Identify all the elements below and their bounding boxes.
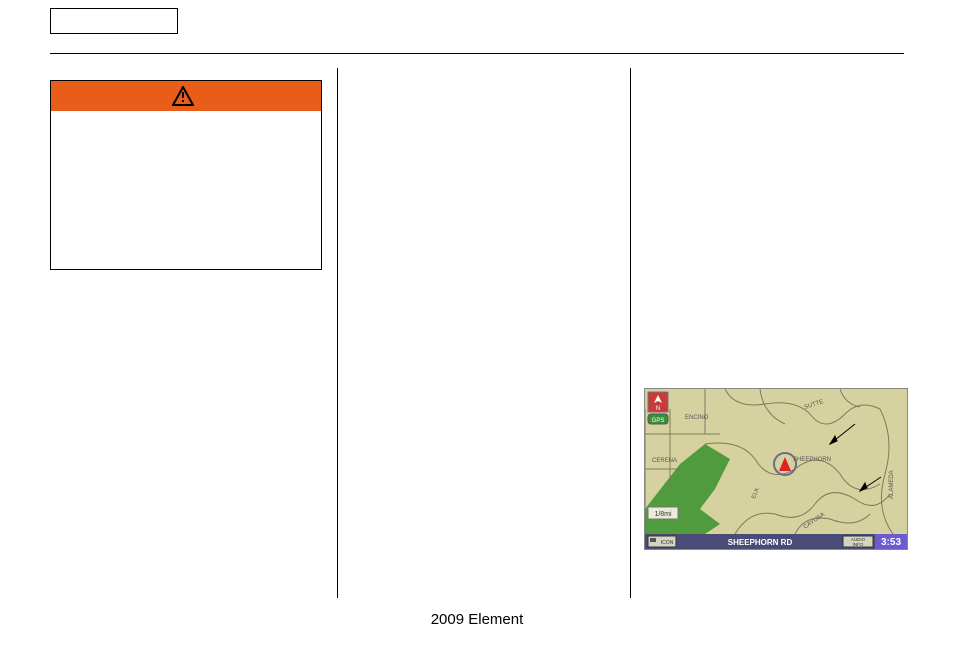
header-tab	[50, 8, 178, 34]
gps-label: GPS	[652, 418, 665, 424]
road-label-alameda: ALAMEDA	[889, 470, 895, 499]
warning-box	[50, 80, 322, 270]
icon-button-label[interactable]: ICON	[661, 540, 674, 546]
road-label-sheephorn: SHEEPHORN	[793, 457, 831, 463]
footer-model: 2009 Element	[0, 611, 954, 628]
warning-header	[51, 81, 321, 111]
street-name-bar: SHEEPHORN RD	[728, 538, 793, 547]
compass-label: N	[656, 406, 660, 412]
map-scale: 1/8mi	[654, 511, 672, 518]
column-divider-2	[630, 68, 631, 598]
road-label-encino: ENCINO	[685, 415, 709, 421]
nav-map-screenshot: N GPS 1/8mi ENCINO SUTTE CERENA SHEEPHOR…	[644, 388, 908, 550]
warning-triangle-icon	[172, 86, 194, 106]
map-clock: 3:53	[881, 537, 901, 548]
audio-info-button-line2[interactable]: INFO	[853, 542, 864, 547]
divider-horizontal	[50, 53, 904, 54]
road-label-cerena: CERENA	[652, 458, 677, 464]
warning-body	[51, 111, 321, 269]
column-divider-1	[337, 68, 338, 598]
